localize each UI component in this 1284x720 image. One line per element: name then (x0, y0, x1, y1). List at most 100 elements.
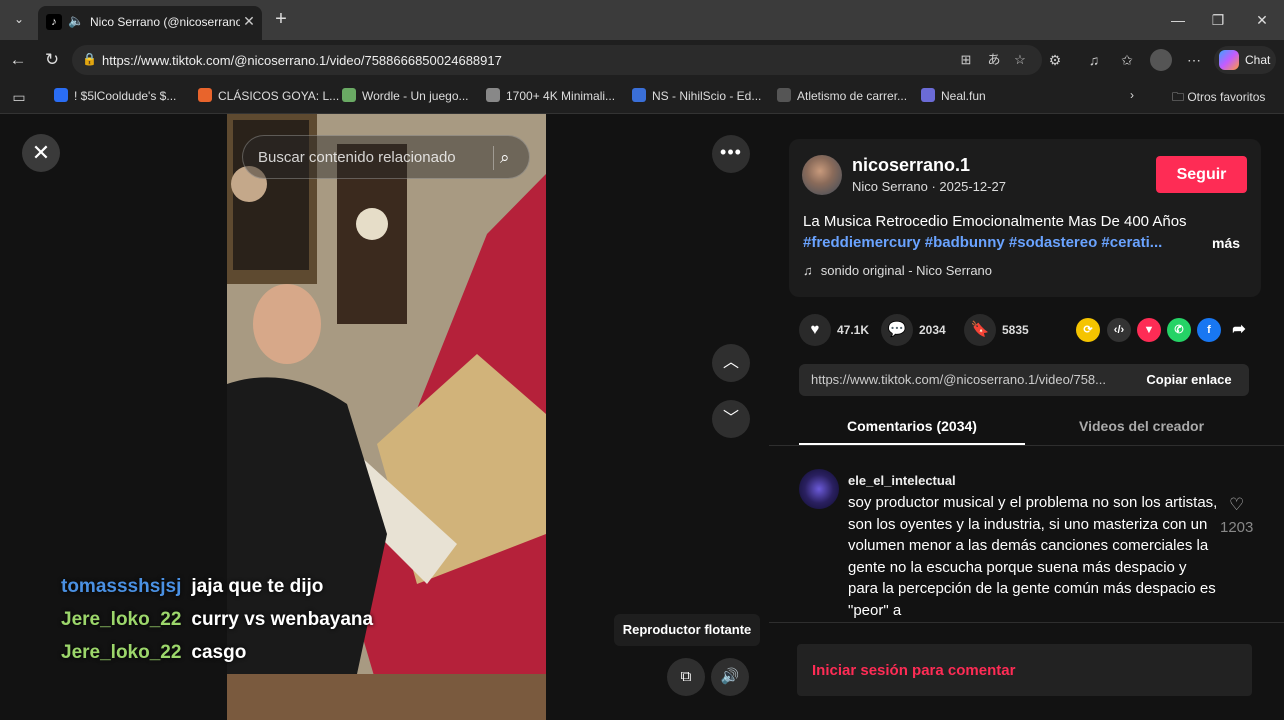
save-action[interactable]: 🔖 5835 (964, 314, 1034, 346)
chat-username: tomassshsjsj (61, 576, 182, 597)
bookmark-favicon-icon (921, 88, 935, 102)
extensions-icon[interactable]: ⚙ (1044, 49, 1066, 71)
send-to-friends-icon[interactable]: ▼ (1137, 318, 1161, 342)
volume-icon[interactable]: 🔊 (711, 658, 749, 696)
login-to-comment-button[interactable]: Iniciar sesión para comentar (797, 644, 1252, 696)
other-favorites-label: Otros favoritos (1187, 90, 1266, 104)
bookmarks-bar: ▭ ! $5lCooldude's $... CLÁSICOS GOYA: L.… (0, 80, 1284, 114)
comment-like-count: 1203 (1220, 519, 1254, 536)
commenter-avatar[interactable] (799, 469, 839, 509)
more-menu-icon[interactable]: ⋯ (1183, 49, 1205, 71)
commenter-username[interactable]: ele_el_intelectual (848, 473, 956, 488)
bookmark-item[interactable]: 1700+ 4K Minimali... (486, 88, 615, 106)
maximize-button[interactable]: ❐ (1206, 8, 1230, 32)
comment-text: soy productor musical y el problema no s… (848, 494, 1218, 619)
collections-icon[interactable]: ▭ (8, 86, 30, 108)
bookmark-label: ! $5lCooldude's $... (74, 89, 177, 103)
bookmark-item[interactable]: Wordle - Un juego... (342, 88, 469, 106)
tab-title: Nico Serrano (@nicoserrano.1 (90, 15, 240, 29)
like-action[interactable]: ♥ 47.1K (799, 314, 869, 346)
comment-heart-icon[interactable]: ♡ (1229, 495, 1244, 515)
share-arrow-icon[interactable]: ➦ (1227, 318, 1251, 342)
bookmark-favicon-icon (632, 88, 646, 102)
chat-message: Jere_loko_22 curry vs wenbayana (61, 609, 481, 642)
next-video-button[interactable]: ﹀ (712, 400, 750, 438)
close-tab-icon[interactable]: ✕ (240, 12, 258, 30)
tab-list-chevron-icon[interactable]: ⌄ (8, 8, 30, 30)
bookmark-label: NS - NihilScio - Ed... (652, 89, 762, 103)
bookmark-label: 1700+ 4K Minimali... (506, 89, 616, 103)
media-control-icon[interactable]: ♫ (1083, 49, 1105, 71)
chat-username: Jere_loko_22 (61, 609, 182, 630)
back-arrow-icon[interactable]: ← (6, 48, 30, 72)
repost-icon[interactable]: ⟳ (1076, 318, 1100, 342)
comment-bubble-icon[interactable]: 💬 (881, 314, 913, 346)
address-toolbar: ← ↻ 🔒 https://www.tiktok.com/@nicoserran… (0, 40, 1284, 80)
previous-video-button[interactable]: ︿ (712, 344, 750, 382)
floating-player-tooltip: Reproductor flotante (614, 614, 760, 646)
comment-login-bar: Iniciar sesión para comentar (769, 622, 1284, 720)
show-more-button[interactable]: más (1212, 235, 1240, 251)
video-hashtags[interactable]: #freddiemercury #badbunny #sodastereo #c… (803, 234, 1183, 251)
url-text[interactable]: https://www.tiktok.com/@nicoserrano.1/vi… (102, 53, 502, 68)
chat-username: Jere_loko_22 (61, 642, 182, 663)
bookmark-icon[interactable]: 🔖 (964, 314, 996, 346)
creator-nickname-date: Nico Serrano · 2025-12-27 (852, 179, 1006, 194)
site-info-icon[interactable]: 🔒 (82, 52, 97, 68)
close-video-button[interactable]: ✕ (22, 134, 60, 172)
favorites-icon[interactable]: ✩ (1116, 49, 1138, 71)
embed-code-icon[interactable]: ‹/› (1107, 318, 1131, 342)
chat-message: Jere_loko_22 casgo (61, 642, 481, 675)
video-description: La Musica Retrocedio Emocionalmente Mas … (803, 213, 1187, 230)
address-bar[interactable]: 🔒 https://www.tiktok.com/@nicoserrano.1/… (72, 45, 1042, 75)
reload-icon[interactable]: ↻ (40, 48, 64, 72)
chat-message: tomassshsjsj jaja que te dijo (61, 576, 481, 609)
other-favorites-folder[interactable]: 🗀 Otros favoritos (1172, 88, 1265, 106)
more-options-button[interactable]: ••• (712, 135, 750, 173)
share-link-text[interactable]: https://www.tiktok.com/@nicoserrano.1/vi… (811, 372, 1123, 387)
close-window-button[interactable]: ✕ (1250, 8, 1274, 32)
heart-icon[interactable]: ♥ (799, 314, 831, 346)
video-info-card: nicoserrano.1 Nico Serrano · 2025-12-27 … (789, 139, 1261, 297)
chat-text: jaja que te dijo (191, 576, 324, 597)
tab-comments[interactable]: Comentarios (2034) (847, 418, 977, 434)
follow-button[interactable]: Seguir (1156, 156, 1247, 193)
search-icon[interactable]: ⌕ (493, 146, 517, 170)
creator-avatar[interactable] (802, 155, 842, 195)
bookmark-item[interactable]: Neal.fun (921, 88, 986, 106)
speaker-icon[interactable]: 🔈 (68, 13, 84, 31)
floating-player-button[interactable]: ⧉ (667, 658, 705, 696)
music-note-icon: ♫ (803, 263, 813, 278)
new-tab-button[interactable]: + (270, 8, 292, 30)
bookmark-item[interactable]: CLÁSICOS GOYA: L... (198, 88, 339, 106)
translate-icon[interactable]: あ (984, 50, 1004, 70)
favorite-star-icon[interactable]: ☆ (1010, 50, 1030, 70)
related-search-input[interactable]: Buscar contenido relacionado ⌕ (242, 135, 530, 179)
panel-tabs: Comentarios (2034) Videos del creador (769, 410, 1284, 446)
bookmark-label: CLÁSICOS GOYA: L... (218, 89, 340, 103)
copilot-icon (1219, 50, 1239, 70)
bookmark-favicon-icon (342, 88, 356, 102)
music-title: sonido original - Nico Serrano (820, 263, 993, 278)
bookmark-item[interactable]: ! $5lCooldude's $... (54, 88, 176, 106)
music-link[interactable]: ♫ sonido original - Nico Serrano (803, 263, 992, 278)
login-prompt: Iniciar sesión para comentar (812, 662, 1016, 679)
tiktok-video-page: ✕ Buscar contenido relacionado ⌕ ••• ︿ ﹀… (4, 114, 1284, 720)
copy-link-button[interactable]: Copiar enlace (1129, 364, 1249, 396)
profile-avatar[interactable] (1150, 49, 1172, 71)
chat-label: Chat (1245, 53, 1271, 67)
search-placeholder: Buscar contenido relacionado (258, 149, 456, 166)
facebook-icon[interactable]: f (1197, 318, 1221, 342)
whatsapp-icon[interactable]: ✆ (1167, 318, 1191, 342)
bookmark-item[interactable]: NS - NihilScio - Ed... (632, 88, 761, 106)
bookmark-item[interactable]: Atletismo de carrer... (777, 88, 907, 106)
tab-creator-videos[interactable]: Videos del creador (1079, 418, 1204, 434)
app-available-icon[interactable]: ⊞ (956, 50, 976, 70)
copilot-chat-button[interactable]: Chat (1214, 46, 1276, 74)
comment-action[interactable]: 💬 2034 (881, 314, 951, 346)
minimize-button[interactable]: — (1166, 8, 1190, 32)
browser-tab[interactable]: ♪ 🔈 Nico Serrano (@nicoserrano.1 ✕ (38, 6, 262, 40)
bookmark-favicon-icon (486, 88, 500, 102)
bookmarks-overflow-chevron-icon[interactable]: › (1130, 88, 1134, 106)
creator-username[interactable]: nicoserrano.1 (852, 155, 970, 176)
